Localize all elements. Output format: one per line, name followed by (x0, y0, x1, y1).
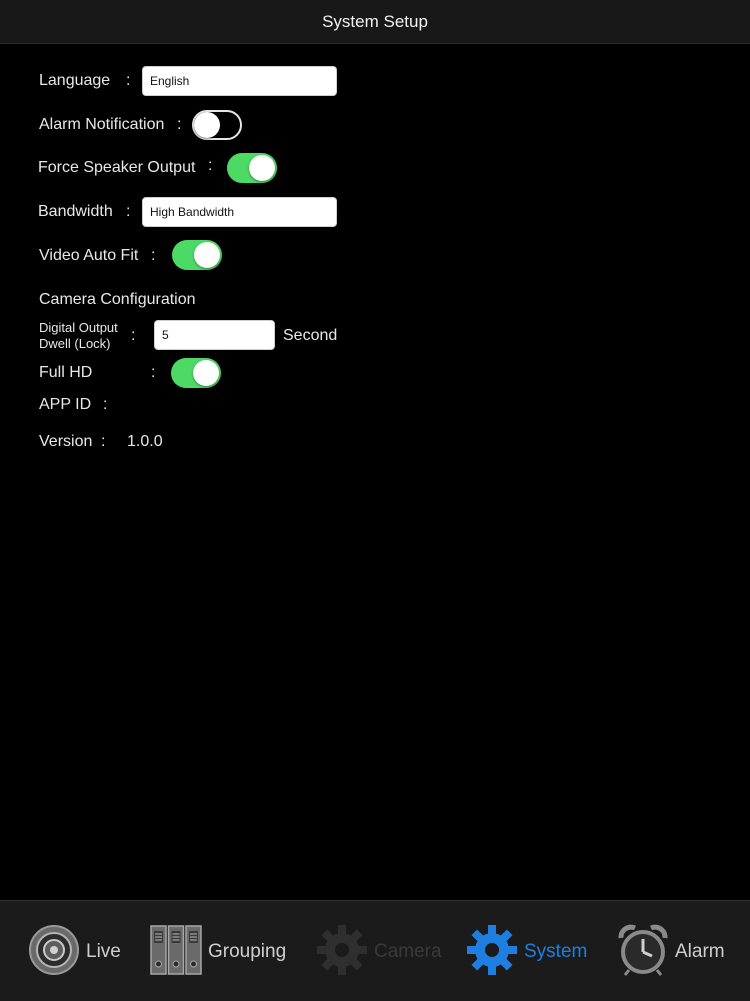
dwell-unit-label: Second (283, 327, 338, 344)
full-hd-toggle[interactable] (171, 358, 221, 388)
bandwidth-label: Bandwidth (38, 203, 113, 220)
tab-camera-label: Camera (374, 941, 442, 962)
alarm-clock-icon (617, 924, 669, 981)
full-hd-colon: : (151, 364, 156, 381)
bandwidth-field[interactable] (142, 197, 337, 227)
alarm-notification-toggle[interactable] (192, 110, 242, 140)
digital-output-dwell-label-line2: Dwell (Lock) (39, 336, 111, 351)
tab-live-label: Live (86, 941, 121, 962)
alarm-notification-label: Alarm Notification (39, 116, 165, 133)
tab-live[interactable]: Live (28, 923, 121, 981)
digital-output-dwell-input[interactable] (154, 320, 275, 350)
app-id-colon: : (103, 396, 108, 413)
toggle-knob (193, 360, 219, 386)
tab-grouping-label: Grouping (208, 941, 287, 962)
digital-output-dwell-colon: : (131, 327, 136, 344)
settings-panel: Language : Alarm Notification : Force Sp… (0, 44, 750, 900)
grouping-icon (150, 924, 202, 981)
video-auto-fit-colon: : (151, 247, 156, 264)
force-speaker-output-toggle[interactable] (227, 153, 277, 183)
toggle-knob (194, 112, 220, 138)
system-gear-icon (466, 924, 518, 981)
language-field[interactable] (142, 66, 337, 96)
digital-output-dwell-label-line1: Digital Output (39, 320, 118, 335)
version-value: 1.0.0 (127, 433, 163, 450)
tab-bar: Live Grouping Camera System Alarm (0, 900, 750, 1001)
toggle-knob (194, 242, 220, 268)
video-auto-fit-toggle[interactable] (172, 240, 222, 270)
app-id-label: APP ID (39, 396, 92, 413)
tab-alarm-label: Alarm (675, 941, 725, 962)
force-speaker-output-colon: : (208, 157, 213, 174)
video-auto-fit-label: Video Auto Fit (39, 247, 139, 264)
version-colon: : (101, 433, 106, 450)
camera-gear-icon (316, 924, 368, 981)
toggle-knob (249, 155, 275, 181)
version-label: Version (39, 433, 93, 450)
tab-system[interactable]: System (466, 923, 587, 981)
language-colon: : (126, 72, 131, 89)
tab-grouping[interactable]: Grouping (150, 923, 286, 981)
full-hd-label: Full HD (39, 364, 93, 381)
bandwidth-colon: : (126, 203, 131, 220)
navigation-bar: System Setup (0, 0, 750, 44)
page-title: System Setup (322, 11, 428, 31)
tab-system-label: System (524, 941, 588, 962)
tab-alarm[interactable]: Alarm (617, 923, 725, 981)
live-icon (28, 924, 80, 981)
tab-camera[interactable]: Camera (316, 923, 442, 981)
camera-configuration-heading: Camera Configuration (39, 291, 196, 308)
language-label: Language (39, 72, 111, 89)
force-speaker-output-label: Force Speaker Output (38, 159, 196, 176)
digital-output-dwell-label: Digital Output Dwell (Lock) (39, 320, 118, 352)
alarm-notification-colon: : (177, 116, 182, 133)
